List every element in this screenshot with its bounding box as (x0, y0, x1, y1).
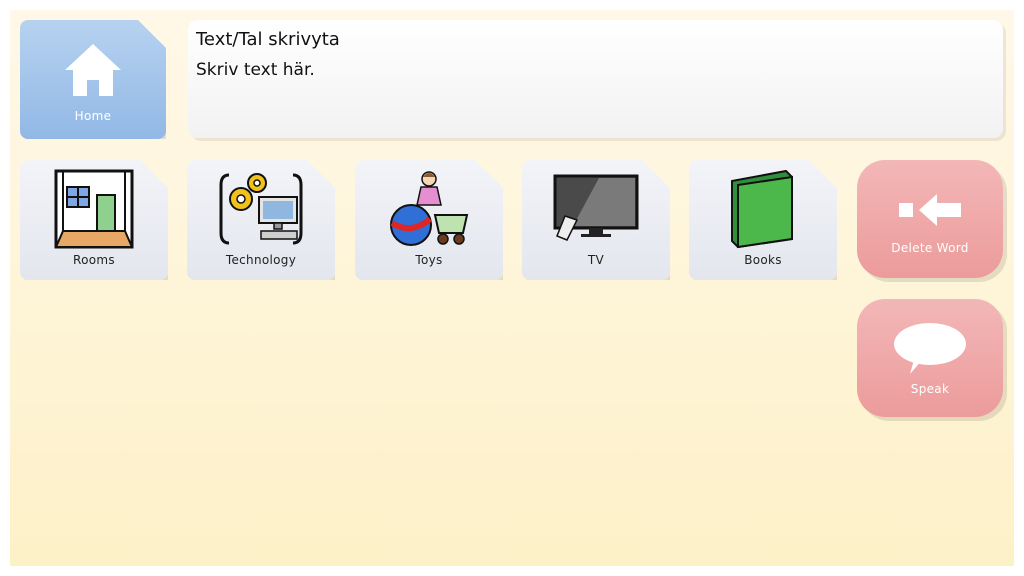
home-icon (48, 34, 138, 106)
home-label: Home (74, 109, 112, 123)
folder-technology[interactable]: Technology (187, 160, 335, 280)
speech-bubble-icon (885, 319, 975, 379)
speak-button[interactable]: Speak (857, 299, 1003, 417)
delete-word-label: Delete Word (891, 241, 969, 255)
room-icon (49, 168, 139, 250)
folder-label: Rooms (73, 253, 115, 267)
speak-label: Speak (910, 382, 950, 396)
home-button[interactable]: Home (20, 20, 166, 139)
delete-word-icon (885, 182, 975, 238)
folder-tv[interactable]: TV (522, 160, 670, 280)
folder-label: Books (744, 253, 782, 267)
message-text-area[interactable]: Text/Tal skrivyta Skriv text här. (188, 20, 1003, 138)
text-area-body: Skriv text här. (196, 60, 315, 80)
folder-toys[interactable]: Toys (355, 160, 503, 280)
technology-icon (216, 168, 306, 250)
folder-label: TV (587, 253, 605, 267)
delete-word-button[interactable]: Delete Word (857, 160, 1003, 278)
book-icon (718, 168, 808, 250)
communication-board: Home Text/Tal skrivyta Skriv text här. R… (10, 10, 1014, 566)
folder-rooms[interactable]: Rooms (20, 160, 168, 280)
toys-icon (384, 168, 474, 250)
folder-label: Toys (415, 253, 443, 267)
text-area-title: Text/Tal skrivyta (196, 29, 340, 50)
tv-icon (551, 168, 641, 250)
folder-label: Technology (225, 253, 297, 267)
folder-books[interactable]: Books (689, 160, 837, 280)
